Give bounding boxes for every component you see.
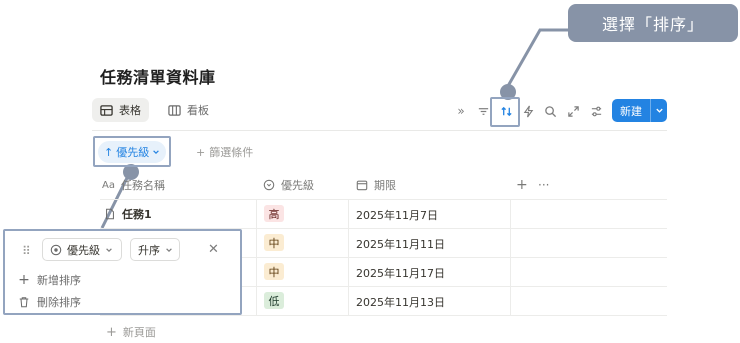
automation-icon[interactable] <box>517 100 539 122</box>
page-icon <box>106 208 114 220</box>
sort-field-label: 優先級 <box>67 243 100 257</box>
column-divider <box>256 199 257 316</box>
column-header-priority-label: 優先級 <box>281 179 314 192</box>
text-aa-icon: Aa <box>102 179 115 191</box>
column-header-due-label: 期限 <box>374 179 396 192</box>
calendar-icon <box>356 180 368 191</box>
priority-tag-high[interactable]: 高 <box>264 205 284 222</box>
status-circle-icon <box>50 244 62 255</box>
plus-icon: + <box>196 145 206 159</box>
annotation-callout: 選擇「排序」 <box>568 4 738 42</box>
expand-chevrons-icon[interactable]: » <box>450 100 472 122</box>
chevron-down-icon <box>166 247 172 252</box>
priority-tag-mid[interactable]: 中 <box>264 234 284 251</box>
column-header-priority[interactable]: 優先級 <box>263 176 314 194</box>
due-date-cell[interactable]: 2025年11月11日 <box>356 236 445 252</box>
board-icon <box>168 104 181 116</box>
add-filter-label: 篩選條件 <box>209 146 254 159</box>
column-header-name[interactable]: Aa 任務名稱 <box>102 176 165 194</box>
sort-chip-highlight <box>93 136 171 167</box>
tab-table-label: 表格 <box>119 104 141 117</box>
column-header-name-label: 任務名稱 <box>120 179 165 192</box>
delete-sort-button[interactable]: 刪除排序 <box>18 294 81 310</box>
row-divider <box>100 199 667 200</box>
new-page-button[interactable]: + 新頁面 <box>106 324 156 340</box>
add-filter-button[interactable]: + 篩選條件 <box>196 144 253 160</box>
row-name-cell[interactable]: 任務1 <box>104 206 152 222</box>
chevron-down-icon[interactable] <box>651 106 667 115</box>
column-divider <box>510 199 511 316</box>
row-divider <box>100 315 667 316</box>
table-icon <box>100 104 113 116</box>
sort-field-select[interactable]: 優先級 <box>42 238 122 261</box>
sort-icon-highlight <box>490 97 520 127</box>
due-date-cell[interactable]: 2025年11月17日 <box>356 265 445 281</box>
plus-icon: + <box>106 324 117 340</box>
chevron-down-icon <box>106 247 112 252</box>
column-divider <box>348 199 349 316</box>
page-title: 任務清單資料庫 <box>100 68 216 87</box>
sort-direction-select[interactable]: 升序 <box>130 238 180 261</box>
sort-popup: ⠿ 優先級 升序 ✕ + 新增排序 刪除排序 <box>3 229 242 315</box>
new-page-label: 新頁面 <box>122 326 156 339</box>
column-header-due[interactable]: 期限 <box>356 176 396 194</box>
add-column-button[interactable]: + <box>516 176 528 194</box>
search-icon[interactable] <box>539 100 561 122</box>
open-full-icon[interactable] <box>562 100 584 122</box>
trash-icon <box>19 297 29 308</box>
priority-tag-low[interactable]: 低 <box>264 292 284 309</box>
tab-board-label: 看板 <box>187 104 209 117</box>
new-button[interactable]: 新建 <box>612 99 667 122</box>
delete-sort-label: 刪除排序 <box>37 296 81 309</box>
plus-icon: + <box>18 272 30 288</box>
due-date-cell[interactable]: 2025年11月7日 <box>356 207 438 223</box>
add-sort-label: 新增排序 <box>37 274 81 287</box>
due-date-cell[interactable]: 2025年11月13日 <box>356 294 445 310</box>
add-sort-button[interactable]: + 新增排序 <box>18 272 81 288</box>
toolbar-divider <box>92 130 667 131</box>
row-name-label: 任務1 <box>122 208 152 221</box>
tab-table-view[interactable]: 表格 <box>92 98 149 122</box>
close-icon[interactable]: ✕ <box>208 242 219 257</box>
status-circle-icon <box>263 179 275 191</box>
more-options-icon[interactable]: ··· <box>538 176 549 194</box>
tab-board-view[interactable]: 看板 <box>160 98 217 122</box>
priority-tag-mid[interactable]: 中 <box>264 263 284 280</box>
new-button-label: 新建 <box>620 104 642 118</box>
settings-sliders-icon[interactable] <box>585 100 607 122</box>
drag-handle-icon[interactable]: ⠿ <box>22 244 31 258</box>
sort-direction-label: 升序 <box>138 243 160 257</box>
